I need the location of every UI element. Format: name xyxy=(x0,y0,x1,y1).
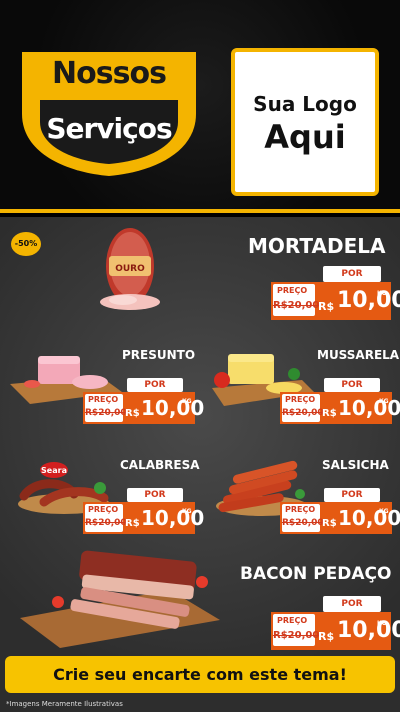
badge-title-line1: Nossos xyxy=(52,56,167,91)
mortadela-image: OURO xyxy=(100,228,160,310)
new-price: 10,00 xyxy=(338,396,400,420)
discount-badge: -50% xyxy=(11,232,41,256)
calabresa-brand: Seara xyxy=(41,466,67,475)
price-tag-calabresa[interactable]: POR PREÇO R$20,00 R$ 10,00 KG xyxy=(83,488,204,534)
mortadela-brand: OURO xyxy=(115,264,145,274)
new-price: 10,00 xyxy=(141,396,205,420)
product-name-mortadela: MORTADELA xyxy=(248,234,386,258)
currency: R$ xyxy=(318,300,335,313)
unit: KG xyxy=(379,508,389,515)
cta-banner[interactable]: Crie seu encarte com este tema! xyxy=(5,656,395,693)
currency: R$ xyxy=(322,408,337,419)
unit: KG xyxy=(379,398,389,405)
por-label: POR xyxy=(127,378,183,392)
old-price: R$20,00 xyxy=(273,300,320,311)
preco-label: PREÇO xyxy=(277,616,308,625)
price-tag-mortadela[interactable]: POR PREÇO R$20,00 R$ 10,00 KG xyxy=(271,266,400,320)
por-label: POR xyxy=(323,596,381,612)
product-name-calabresa: CALABRESA xyxy=(120,458,200,472)
unit: KG xyxy=(377,290,387,297)
product-name-mussarela: MUSSARELA xyxy=(317,348,400,362)
new-price: 10,00 xyxy=(141,506,205,530)
new-price: 10,00 xyxy=(337,618,400,643)
badge-title-line2: Serviços xyxy=(46,112,172,145)
unit: KG xyxy=(377,620,387,627)
currency: R$ xyxy=(322,518,337,529)
old-price: R$20,00 xyxy=(282,518,324,528)
header-divider xyxy=(0,209,400,213)
old-price: R$20,00 xyxy=(282,408,324,418)
currency: R$ xyxy=(318,630,335,643)
bacon-image xyxy=(20,550,220,648)
currency: R$ xyxy=(125,518,140,529)
logo-placeholder[interactable]: Sua Logo Aqui xyxy=(231,48,379,196)
price-tag-mussarela[interactable]: POR PREÇO R$20,00 R$ 10,00 KG xyxy=(280,378,400,424)
new-price: 10,00 xyxy=(337,288,400,313)
header: Nossos Serviços Sua Logo Aqui xyxy=(0,0,400,213)
price-tag-bacon[interactable]: POR PREÇO R$20,00 R$ 10,00 KG xyxy=(271,596,400,650)
product-name-bacon: BACON PEDAÇO xyxy=(240,564,392,584)
por-label: POR xyxy=(324,488,380,502)
old-price: R$20,00 xyxy=(85,518,127,528)
preco-label: PREÇO xyxy=(88,505,119,514)
price-tag-salsicha[interactable]: POR PREÇO R$20,00 R$ 10,00 KG xyxy=(280,488,400,534)
footnote: *Imagens Meramente Ilustrativas xyxy=(6,700,123,708)
unit: KG xyxy=(182,508,192,515)
currency: R$ xyxy=(125,408,140,419)
por-label: POR xyxy=(324,378,380,392)
preco-label: PREÇO xyxy=(277,286,308,295)
logo-text-line2: Aqui xyxy=(264,118,346,156)
preco-label: PREÇO xyxy=(285,395,316,404)
old-price: R$20,00 xyxy=(273,630,320,641)
por-label: POR xyxy=(127,488,183,502)
logo-text-line1: Sua Logo xyxy=(253,92,357,116)
product-name-salsicha: SALSICHA xyxy=(322,458,389,472)
preco-label: PREÇO xyxy=(88,395,119,404)
unit: KG xyxy=(182,398,192,405)
preco-label: PREÇO xyxy=(285,505,316,514)
old-price: R$20,00 xyxy=(85,408,127,418)
product-name-presunto: PRESUNTO xyxy=(122,348,196,362)
new-price: 10,00 xyxy=(338,506,400,530)
por-label: POR xyxy=(323,266,381,282)
price-tag-presunto[interactable]: POR PREÇO R$20,00 R$ 10,00 KG xyxy=(83,378,204,424)
